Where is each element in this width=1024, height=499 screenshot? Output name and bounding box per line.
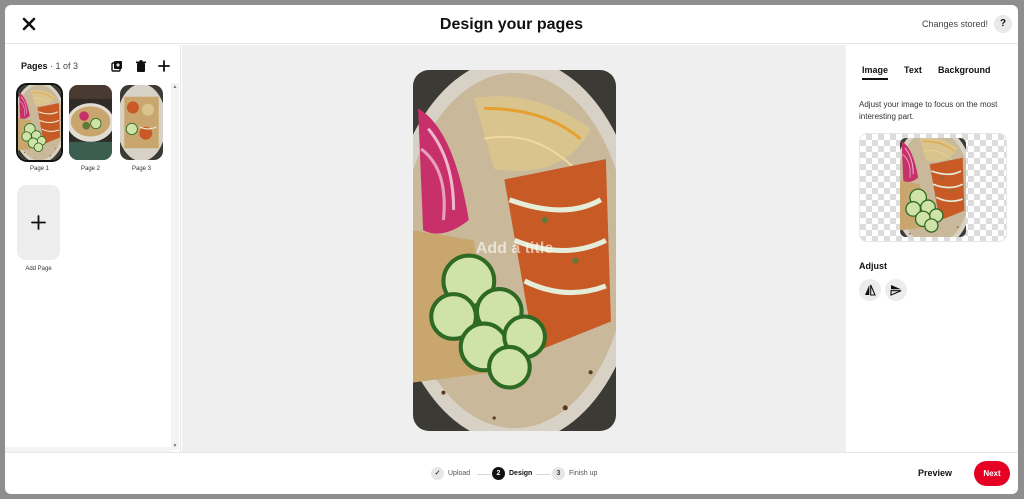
page-label-3: Page 3 <box>131 166 152 172</box>
crop-image-frame[interactable] <box>900 138 966 237</box>
delete-page-button[interactable] <box>134 59 148 73</box>
step-upload: ✓ Upload <box>431 467 470 481</box>
flip-horizontal-button[interactable] <box>859 279 881 301</box>
title-placeholder[interactable]: Add a title <box>413 240 616 258</box>
duplicate-page-button[interactable] <box>110 59 124 73</box>
step-connector <box>536 474 550 475</box>
help-button[interactable]: ? <box>994 15 1012 33</box>
design-canvas: Add a title <box>182 45 846 452</box>
adjust-heading: Adjust <box>859 261 887 271</box>
save-status: Changes stored! <box>921 19 988 29</box>
page-thumbnail-3[interactable] <box>120 85 163 160</box>
trash-icon <box>136 60 146 72</box>
tab-text[interactable]: Text <box>904 65 922 75</box>
pages-header: Pages · 1 of 3 <box>21 61 78 71</box>
step-design-label: Design <box>509 470 533 477</box>
design-dialog: Design your pages Changes stored! ? Page… <box>5 5 1018 494</box>
pages-count: 1 of 3 <box>55 61 79 71</box>
step-design-number: 2 <box>492 467 505 480</box>
next-button[interactable]: Next <box>974 461 1010 486</box>
flip-horizontal-icon <box>865 284 876 296</box>
step-finish: 3 Finish up <box>552 467 597 481</box>
step-design: 2 Design <box>492 467 532 481</box>
pin-preview[interactable]: Add a title <box>413 70 616 431</box>
flip-vertical-icon <box>890 285 902 296</box>
page-title: Design your pages <box>439 16 584 33</box>
plus-icon <box>31 215 46 230</box>
page-label-2: Page 2 <box>80 166 101 172</box>
tab-image[interactable]: Image <box>862 65 888 75</box>
tab-background[interactable]: Background <box>938 65 991 75</box>
plus-icon <box>158 60 170 72</box>
step-upload-label: Upload <box>448 470 471 477</box>
page-label-1: Page 1 <box>29 166 50 172</box>
active-tab-indicator <box>862 78 888 80</box>
header: Design your pages Changes stored! ? <box>5 5 1018 44</box>
food-bowl-image <box>69 85 112 160</box>
step-finish-number: 3 <box>552 467 565 480</box>
pages-heading: Pages <box>21 61 48 71</box>
scroll-up-arrow-icon[interactable]: ▲ <box>172 84 178 90</box>
scroll-down-arrow-icon[interactable]: ▼ <box>172 443 178 449</box>
food-bowl-image <box>18 85 61 160</box>
duplicate-icon <box>111 61 122 72</box>
check-icon: ✓ <box>431 467 444 480</box>
preview-button[interactable]: Preview <box>918 468 952 478</box>
add-page-button[interactable] <box>17 185 60 260</box>
page-thumbnail-2[interactable] <box>69 85 112 160</box>
add-page-icon-button[interactable] <box>157 59 171 73</box>
image-crop-preview[interactable] <box>859 133 1007 242</box>
add-page-label: Add Page <box>25 266 52 272</box>
flip-vertical-button[interactable] <box>885 279 907 301</box>
step-connector <box>477 474 491 475</box>
pages-panel: Pages · 1 of 3 Page 1 Page 2 Page 3 Add … <box>5 45 181 452</box>
page-thumbnail-1[interactable] <box>16 83 63 162</box>
edit-panel: Image Text Background Adjust your image … <box>847 45 1018 452</box>
pages-vertical-scrollbar[interactable]: ▲ ▼ <box>171 83 179 450</box>
image-adjust-description: Adjust your image to focus on the most i… <box>859 100 998 121</box>
step-finish-label: Finish up <box>569 470 598 477</box>
footer: ✓ Upload 2 Design 3 Finish up Preview Next <box>5 452 1018 494</box>
food-bowl-image <box>120 85 163 160</box>
food-bowl-image <box>900 138 966 237</box>
